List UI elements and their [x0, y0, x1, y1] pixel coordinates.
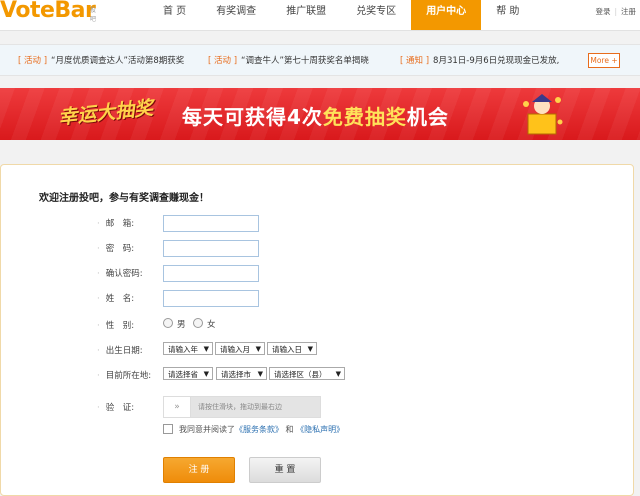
notice-item[interactable]: [ 活动 ] “调查牛人”第七十周获奖名单揭晓	[208, 54, 369, 66]
nav-affiliate[interactable]: 推广联盟	[271, 0, 341, 30]
mascot-illustration	[523, 94, 563, 135]
agree-prefix: 我同意并阅读了	[179, 425, 235, 434]
email-label-text: 邮 箱:	[105, 219, 135, 229]
slider-hint: 请按住滑块，拖动到最右边	[198, 403, 282, 411]
gender-male-radio[interactable]	[163, 318, 173, 328]
chevron-down-icon: ▼	[255, 345, 261, 353]
city-select[interactable]: 请选择市 ▼	[216, 367, 267, 380]
divider: |	[614, 7, 617, 16]
province-value: 请选择省	[168, 370, 198, 379]
register-link[interactable]: 注册	[621, 7, 636, 16]
top-bar: VoteBar 投吧 首 页 有奖调查 推广联盟 兑奖专区 用户中心 帮 助 登录…	[0, 0, 640, 31]
notice-tag: [ 活动 ]	[208, 56, 238, 66]
register-panel: 欢迎注册投吧，参与有奖调查赚现金！ · 邮 箱: · 密 码: · 确认密码: · 姓 …	[0, 164, 634, 496]
more-button[interactable]: More +	[588, 53, 620, 68]
reset-button[interactable]: 重 置	[249, 457, 321, 483]
birth-day-select[interactable]: 请输入日 ▼	[267, 342, 317, 355]
birth-month-value: 请输入月	[220, 345, 250, 354]
slider-handle-icon[interactable]: »	[164, 397, 191, 417]
agree-text: 我同意并阅读了《服务条款》 和 《隐私声明》	[179, 424, 344, 435]
slide-verify-track[interactable]: » 请按住滑块，拖动到最右边	[163, 396, 321, 418]
chevron-down-icon: ▼	[257, 370, 263, 378]
birth-day-value: 请输入日	[272, 345, 302, 354]
notice-text: “月度优质调查达人”活动第8期获奖	[51, 56, 185, 66]
register-button[interactable]: 注 册	[163, 457, 235, 483]
notice-text: “调查牛人”第七十周获奖名单揭晓	[241, 56, 369, 66]
banner-headline: 每天可获得4次免费抽奖机会	[182, 101, 449, 130]
birth-label-text: 出生日期:	[105, 346, 143, 356]
verify-label-text: 验 证:	[105, 403, 135, 413]
location-label-text: 目前所在地:	[105, 371, 152, 381]
birth-label: · 出生日期:	[97, 346, 143, 356]
notice-item[interactable]: [ 活动 ] “月度优质调查达人”活动第8期获奖	[18, 54, 184, 66]
gender-female-radio[interactable]	[193, 318, 203, 328]
privacy-link[interactable]: 《隐私声明》	[296, 425, 344, 434]
agree-and: 和	[285, 425, 294, 434]
banner-headline-highlight: 免费抽奖	[322, 105, 407, 129]
email-field[interactable]	[163, 215, 259, 232]
nav-survey[interactable]: 有奖调查	[201, 0, 271, 30]
password-label-text: 密 码:	[105, 244, 135, 254]
birth-year-value: 请输入年	[168, 345, 198, 354]
chevron-down-icon: ▼	[203, 345, 209, 353]
notice-tag: [ 通知 ]	[400, 56, 430, 66]
gender-label: · 性 别:	[97, 321, 135, 331]
nav-help[interactable]: 帮 助	[481, 0, 534, 30]
welcome-title: 欢迎注册投吧，参与有奖调查赚现金！	[39, 193, 209, 204]
city-value: 请选择市	[221, 370, 251, 379]
confirm-password-field[interactable]	[163, 265, 259, 282]
chevron-down-icon: ▼	[203, 370, 209, 378]
terms-link[interactable]: 《服务条款》	[235, 425, 283, 434]
logo-subtitle: 投吧	[90, 7, 96, 23]
gender-male-label: 男	[177, 320, 186, 330]
confirm-label-text: 确认密码:	[105, 269, 143, 279]
password-label: · 密 码:	[97, 244, 135, 254]
nav-user-center[interactable]: 用户中心	[411, 0, 482, 30]
gender-label-text: 性 别:	[105, 321, 135, 331]
lottery-banner[interactable]: 幸运大抽奖 每天可获得4次免费抽奖机会	[0, 88, 640, 140]
confirm-label: · 确认密码:	[97, 269, 143, 279]
password-field[interactable]	[163, 240, 259, 257]
notice-item[interactable]: [ 通知 ] 8月31日-9月6日兑现现金已发放,	[400, 54, 559, 66]
verify-label: · 验 证:	[97, 403, 135, 413]
nav-redeem[interactable]: 兑奖专区	[341, 0, 411, 30]
district-value: 请选择区（县）	[274, 370, 327, 379]
location-label: · 目前所在地:	[97, 371, 152, 381]
banner-headline-suffix: 机会	[406, 105, 449, 129]
main-nav: 首 页 有奖调查 推广联盟 兑奖专区 用户中心 帮 助	[148, 0, 534, 30]
notice-bar: [ 活动 ] “月度优质调查达人”活动第8期获奖 [ 活动 ] “调查牛人”第七十周…	[0, 44, 640, 76]
notice-text: 8月31日-9月6日兑现现金已发放,	[433, 56, 560, 66]
votebar-logo[interactable]: VoteBar 投吧	[0, 0, 96, 23]
province-select[interactable]: 请选择省 ▼	[163, 367, 213, 380]
birth-year-select[interactable]: 请输入年 ▼	[163, 342, 213, 355]
top-links: 登录 | 注册	[595, 6, 636, 17]
chevron-down-icon: ▼	[335, 370, 341, 378]
birth-month-select[interactable]: 请输入月 ▼	[215, 342, 265, 355]
name-label-text: 姓 名:	[105, 294, 135, 304]
name-field[interactable]	[163, 290, 259, 307]
nav-home[interactable]: 首 页	[148, 0, 201, 30]
agree-checkbox[interactable]	[163, 424, 173, 434]
banner-headline-prefix: 每天可获得4次	[182, 105, 323, 129]
name-label: · 姓 名:	[97, 294, 135, 304]
logo-text: VoteBar	[0, 0, 96, 23]
gender-female-label: 女	[207, 320, 216, 330]
chevron-down-icon: ▼	[307, 345, 313, 353]
login-link[interactable]: 登录	[595, 7, 610, 16]
notice-tag: [ 活动 ]	[18, 56, 48, 66]
email-label: · 邮 箱:	[97, 219, 135, 229]
district-select[interactable]: 请选择区（县） ▼	[269, 367, 345, 380]
